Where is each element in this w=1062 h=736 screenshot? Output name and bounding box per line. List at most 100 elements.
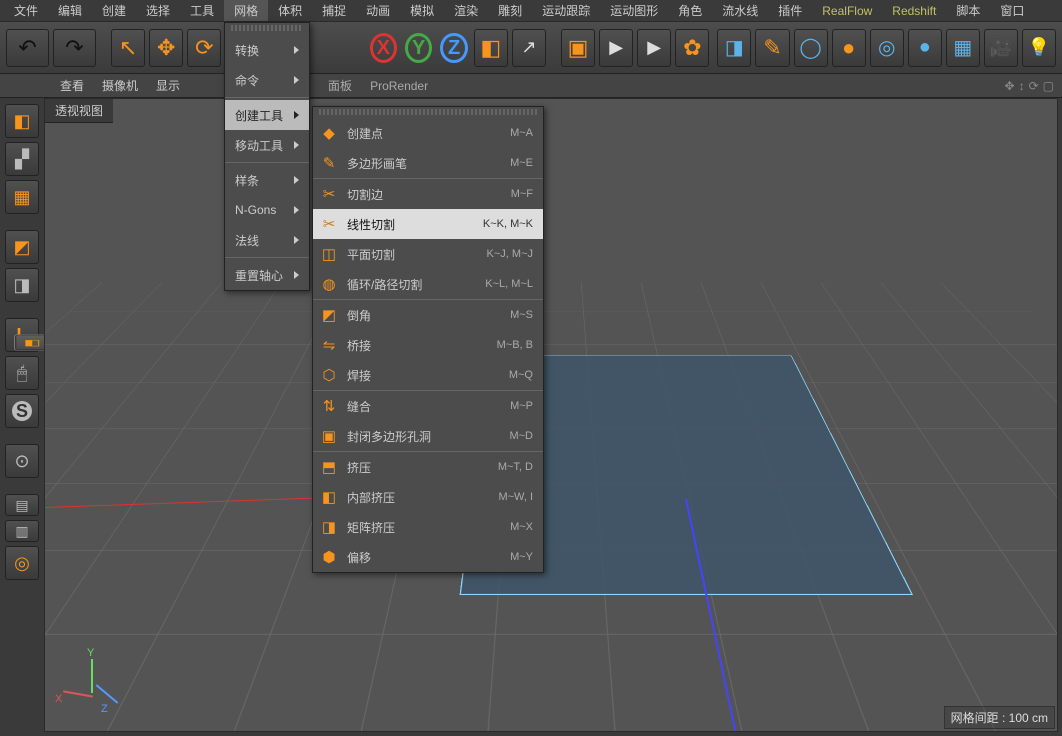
create-tool-item[interactable]: ⬢偏移M~Y — [313, 542, 543, 572]
create-tool-item[interactable]: ⇋桥接M~B, B — [313, 330, 543, 360]
axis-z-toggle[interactable]: Z — [440, 33, 467, 63]
render-settings-button[interactable]: ▣ — [561, 29, 595, 67]
prim-pen-button[interactable]: ✎ — [755, 29, 789, 67]
menu-track[interactable]: 运动跟踪 — [532, 0, 600, 21]
submenu-arrow-icon — [294, 141, 303, 149]
create-tool-item[interactable]: ⬡焊接M~Q — [313, 360, 543, 390]
nav-orbit-icon[interactable]: ⟳ — [1029, 79, 1039, 93]
create-tool-item[interactable]: ▣封闭多边形孔洞M~D — [313, 421, 543, 451]
plane-cut-icon: ◫ — [319, 244, 339, 264]
menu-char[interactable]: 角色 — [668, 0, 712, 21]
axis-y-toggle[interactable]: Y — [405, 33, 432, 63]
axis-arrow-button[interactable]: ↗ — [512, 29, 546, 67]
light-button[interactable]: 💡 — [1022, 29, 1056, 67]
menu-select[interactable]: 选择 — [136, 0, 180, 21]
axis-x-toggle[interactable]: X — [370, 33, 397, 63]
create-tool-item[interactable]: ◫平面切割K~J, M~J — [313, 239, 543, 269]
sphere-icon: ● — [842, 35, 855, 61]
undo-button[interactable]: ↶ — [6, 29, 49, 67]
redo-button[interactable]: ↷ — [53, 29, 96, 67]
create-tool-item[interactable]: ◨矩阵挤压M~X — [313, 512, 543, 542]
mode-mouse[interactable]: 🖱 — [5, 356, 39, 390]
menu-item-label: 创建工具 — [235, 107, 283, 124]
create-tool-item[interactable]: ✂线性切割K~K, M~K — [313, 209, 543, 239]
nav-max-icon[interactable]: ▢ — [1043, 79, 1054, 93]
menu-mograph[interactable]: 运动图形 — [600, 0, 668, 21]
mode-wp1[interactable]: ▤ — [5, 494, 39, 516]
view-tab-view[interactable]: 查看 — [60, 77, 84, 94]
menu-sculpt[interactable]: 雕刻 — [488, 0, 532, 21]
menu-script[interactable]: 脚本 — [946, 0, 990, 21]
create-tool-item[interactable]: ◆创建点M~A — [313, 118, 543, 148]
menu-sim[interactable]: 模拟 — [400, 0, 444, 21]
prim-capsule-button[interactable]: ◯ — [794, 29, 828, 67]
mesh-menu-item[interactable]: 法线 — [225, 225, 309, 255]
menu-anim[interactable]: 动画 — [356, 0, 400, 21]
menu-volume[interactable]: 体积 — [268, 0, 312, 21]
select-tool-button[interactable]: ↖ — [111, 29, 145, 67]
rotate-tool-button[interactable]: ⟳ — [187, 29, 221, 67]
menu-pipeline[interactable]: 流水线 — [712, 0, 768, 21]
prim-cube-button[interactable]: ◨ — [717, 29, 751, 67]
mode-magnet[interactable]: ⊙ — [5, 444, 39, 478]
create-tool-item[interactable]: ✎多边形画笔M~E — [313, 148, 543, 178]
create-tool-item[interactable]: ◩倒角M~S — [313, 300, 543, 330]
tool-item-shortcut: M~T, D — [498, 461, 533, 473]
axis-arrow-icon: ↗ — [521, 37, 536, 58]
submenu-grip[interactable] — [319, 109, 537, 115]
prim-sphere-button[interactable]: ● — [832, 29, 866, 67]
mesh-menu-item[interactable]: 样条 — [225, 165, 309, 195]
mesh-menu-item[interactable]: N-Gons — [225, 195, 309, 225]
tool-item-label: 挤压 — [347, 459, 371, 476]
mesh-menu-item[interactable]: 重置轴心 — [225, 260, 309, 290]
menu-window[interactable]: 窗口 — [990, 0, 1034, 21]
camera-button[interactable]: 🎥 — [984, 29, 1018, 67]
menu-file[interactable]: 文件 — [4, 0, 48, 21]
menu-mesh[interactable]: 网格 — [224, 0, 268, 21]
menu-snap[interactable]: 捕捉 — [312, 0, 356, 21]
mode-point[interactable]: ◩ — [5, 230, 39, 264]
menu-realflow[interactable]: RealFlow — [812, 2, 882, 20]
mode-uv[interactable]: ▦ — [5, 180, 39, 214]
menu-edit[interactable]: 编辑 — [48, 0, 92, 21]
menu-plugins[interactable]: 插件 — [768, 0, 812, 21]
menu-render[interactable]: 渲染 — [444, 0, 488, 21]
coord-button[interactable]: ◧ — [474, 29, 508, 67]
view-tab-display[interactable]: 显示 — [156, 77, 180, 94]
mesh-menu-item[interactable]: 创建工具 — [225, 100, 309, 130]
create-tool-item[interactable]: ⇅缝合M~P — [313, 391, 543, 421]
render-region-button[interactable]: ▶ — [637, 29, 671, 67]
mode-edge[interactable]: ◨ — [5, 268, 39, 302]
create-tool-item[interactable]: ✂切割边M~F — [313, 179, 543, 209]
menu-create[interactable]: 创建 — [92, 0, 136, 21]
menu-tools[interactable]: 工具 — [180, 0, 224, 21]
create-tool-item[interactable]: ◧内部挤压M~W, I — [313, 482, 543, 512]
mesh-menu-item[interactable]: 转换 — [225, 35, 309, 65]
view-tab-camera[interactable]: 摄像机 — [102, 77, 138, 94]
prim-torus-button[interactable]: ◎ — [870, 29, 904, 67]
perspective-viewport[interactable]: 透视视图 Y X Z 网格间距 : 100 cm — [44, 98, 1058, 732]
nav-zoom-icon[interactable]: ↕ — [1019, 79, 1025, 93]
nav-move-icon[interactable]: ✥ — [1005, 79, 1015, 93]
view-tab-prorender[interactable]: ProRender — [370, 79, 428, 93]
mode-model[interactable]: ◧ — [5, 104, 39, 138]
view-tab-panel[interactable]: 面板 — [328, 77, 352, 94]
mesh-menu-item[interactable]: 命令 — [225, 65, 309, 95]
prim-plane-button[interactable]: ▦ — [946, 29, 980, 67]
move-tool-button[interactable]: ✥ — [149, 29, 183, 67]
mode-snap[interactable]: S — [5, 394, 39, 428]
magnet-icon: ⊙ — [14, 451, 29, 472]
submenu-arrow-icon — [294, 236, 303, 244]
render-button[interactable]: ▶ — [599, 29, 633, 67]
mode-texture[interactable]: ▞ — [5, 142, 39, 176]
menu-grip[interactable] — [231, 25, 303, 31]
viewport-nav-icons: ✥ ↕ ⟳ ▢ — [1005, 79, 1062, 93]
create-tool-item[interactable]: ⬒挤压M~T, D — [313, 452, 543, 482]
mode-ring[interactable]: ◎ — [5, 546, 39, 580]
mesh-menu-item[interactable]: 移动工具 — [225, 130, 309, 160]
mode-wp2[interactable]: ▥ — [5, 520, 39, 542]
prim-sphere2-button[interactable]: ● — [908, 29, 942, 67]
menu-redshift[interactable]: Redshift — [882, 2, 946, 20]
render-options-button[interactable]: ✿ — [675, 29, 709, 67]
create-tool-item[interactable]: ◍循环/路径切割K~L, M~L — [313, 269, 543, 299]
